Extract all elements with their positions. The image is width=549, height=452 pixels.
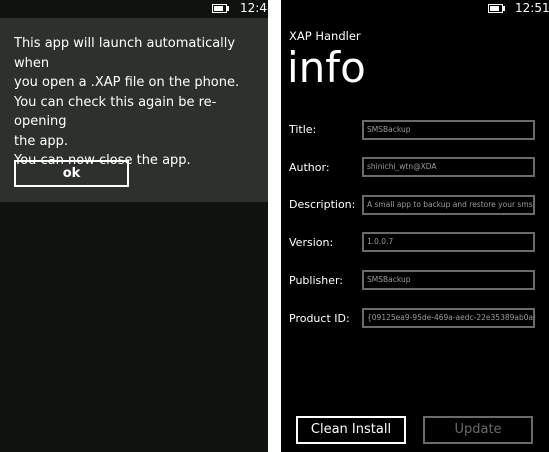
title-field[interactable]: SMSBackup xyxy=(362,120,535,140)
update-button[interactable]: Update xyxy=(423,416,533,444)
dialog-line: You can check this again be re-opening xyxy=(14,94,217,130)
status-bar: 12:51 xyxy=(281,0,549,18)
author-field[interactable]: shinichi_wtn@XDA xyxy=(362,157,535,177)
product-id-field[interactable]: {09125ea9-95de-469a-aedc-22e35389ab0a} xyxy=(362,308,535,328)
author-label: Author: xyxy=(289,161,330,174)
dialog-message: This app will launch automatically when … xyxy=(14,34,264,171)
status-time: 12:51 xyxy=(515,1,549,15)
battery-icon xyxy=(212,4,227,13)
ok-button[interactable]: ok xyxy=(14,160,129,187)
dialog-line: you open a .XAP file on the phone. xyxy=(14,75,240,90)
divider xyxy=(268,0,281,452)
publisher-label: Publisher: xyxy=(289,274,344,287)
product-id-label: Product ID: xyxy=(289,312,350,325)
page-title: info xyxy=(287,43,366,92)
dialog-line: the app. xyxy=(14,133,69,149)
status-time: 12:48 xyxy=(240,1,268,15)
version-label: Version: xyxy=(289,236,334,249)
publisher-field[interactable]: SMSBackup xyxy=(362,270,535,290)
battery-icon xyxy=(488,4,503,13)
clean-install-button[interactable]: Clean Install xyxy=(296,416,406,444)
dialog-line: This app will launch automatically when xyxy=(14,36,236,71)
title-label: Title: xyxy=(289,123,317,136)
status-bar: 12:48 xyxy=(0,0,268,18)
battery-nub xyxy=(503,6,505,11)
description-field[interactable]: A small app to backup and restore your s… xyxy=(362,195,535,215)
battery-nub xyxy=(227,6,229,11)
left-phone-screen: 12:48 This app will launch automatically… xyxy=(0,0,268,452)
description-label: Description: xyxy=(289,198,356,211)
version-field[interactable]: 1.0.0.7 xyxy=(362,232,535,252)
right-phone-screen: 12:51 XAP Handler info Title: SMSBackup … xyxy=(281,0,549,452)
